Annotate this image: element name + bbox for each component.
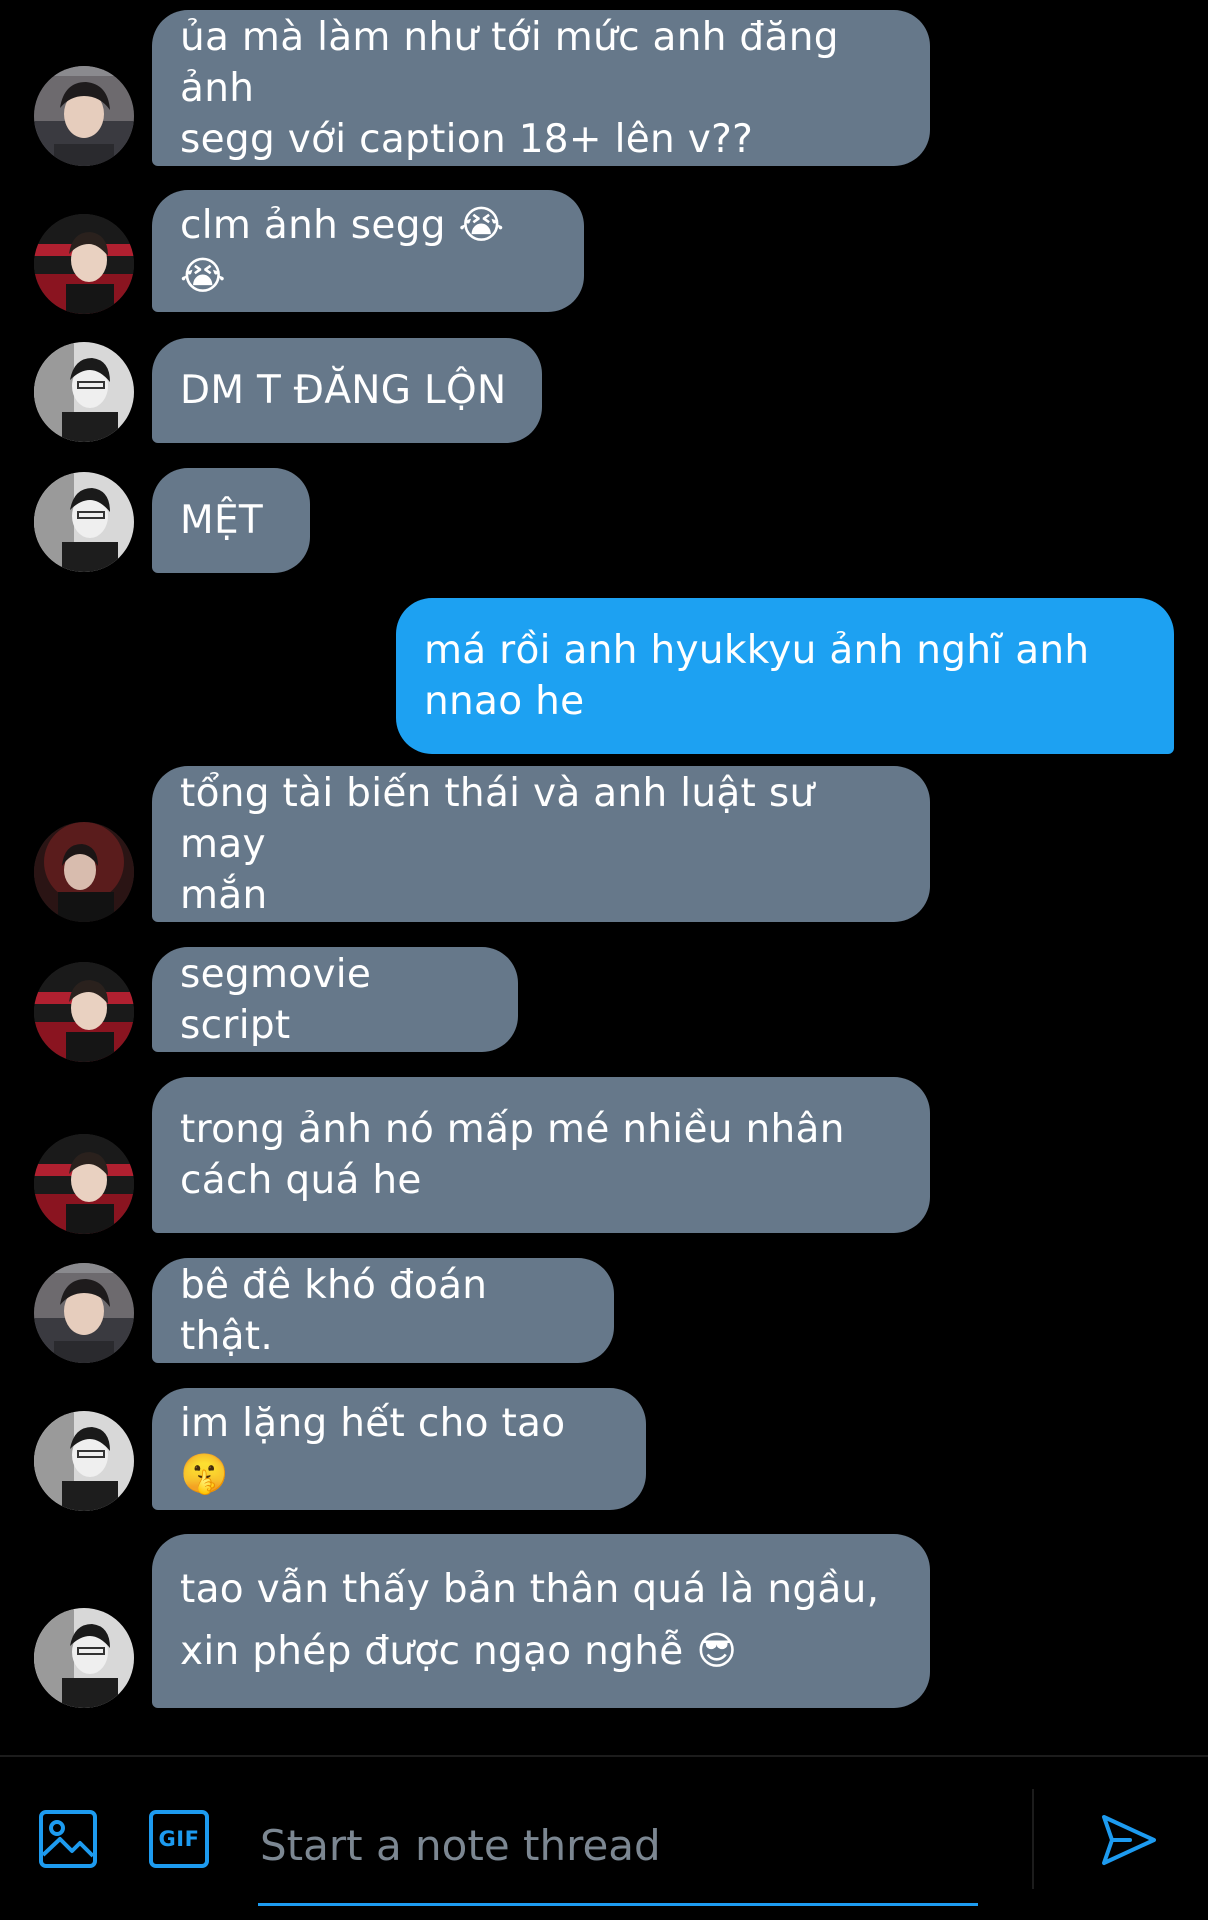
message-bubble[interactable]: tao vẫn thấy bản thân quá là ngầu, xin p… [152, 1534, 930, 1708]
avatar[interactable] [34, 472, 134, 572]
avatar-1-image [34, 66, 134, 166]
avatar-3-image [34, 1608, 134, 1708]
avatar[interactable] [34, 1411, 134, 1511]
gif-icon[interactable]: GIF [148, 1809, 210, 1873]
message-bubble[interactable]: ủa mà làm như tới mức anh đăng ảnh segg … [152, 10, 930, 166]
avatar[interactable] [34, 1263, 134, 1363]
message-bubble[interactable]: bê đê khó đoán thật. [152, 1258, 614, 1363]
gif-label: GIF [158, 1827, 200, 1851]
avatar[interactable] [34, 1134, 134, 1234]
avatar-2-image [34, 962, 134, 1062]
input-underline [258, 1903, 978, 1906]
message-bubble[interactable]: tổng tài biến thái và anh luật sư may mắ… [152, 766, 930, 922]
avatar-1-image [34, 1263, 134, 1363]
message-bubble[interactable]: MỆT [152, 468, 310, 573]
avatar-3-image [34, 342, 134, 442]
message-bubble[interactable]: im lặng hết cho tao 🤫 [152, 1388, 646, 1510]
avatar[interactable] [34, 214, 134, 314]
message-bubble[interactable]: DM T ĐĂNG LỘN [152, 338, 542, 443]
image-icon[interactable] [38, 1809, 98, 1873]
message-bubble[interactable]: segmovie script [152, 947, 518, 1052]
avatar[interactable] [34, 962, 134, 1062]
avatar-3-image [34, 1411, 134, 1511]
message-bubble[interactable]: trong ảnh nó mấp mé nhiều nhân cách quá … [152, 1077, 930, 1233]
send-icon[interactable] [1100, 1811, 1158, 1873]
avatar-3-image [34, 472, 134, 572]
message-bubble[interactable]: clm ảnh segg 😭 😭 [152, 190, 584, 312]
avatar[interactable] [34, 66, 134, 166]
note-thread-input[interactable] [258, 1809, 982, 1881]
avatar[interactable] [34, 1608, 134, 1708]
avatar-2-image [34, 1134, 134, 1234]
message-bubble-outgoing[interactable]: má rồi anh hyukkyu ảnh nghĩ anh nnao he [396, 598, 1174, 754]
avatar-4-image [34, 822, 134, 922]
composer-bar: GIF [0, 1755, 1208, 1920]
composer-divider [1032, 1789, 1034, 1889]
avatar-2-image [34, 214, 134, 314]
avatar[interactable] [34, 822, 134, 922]
message-thread: ủa mà làm như tới mức anh đăng ảnh segg … [0, 0, 1208, 1755]
avatar[interactable] [34, 342, 134, 442]
